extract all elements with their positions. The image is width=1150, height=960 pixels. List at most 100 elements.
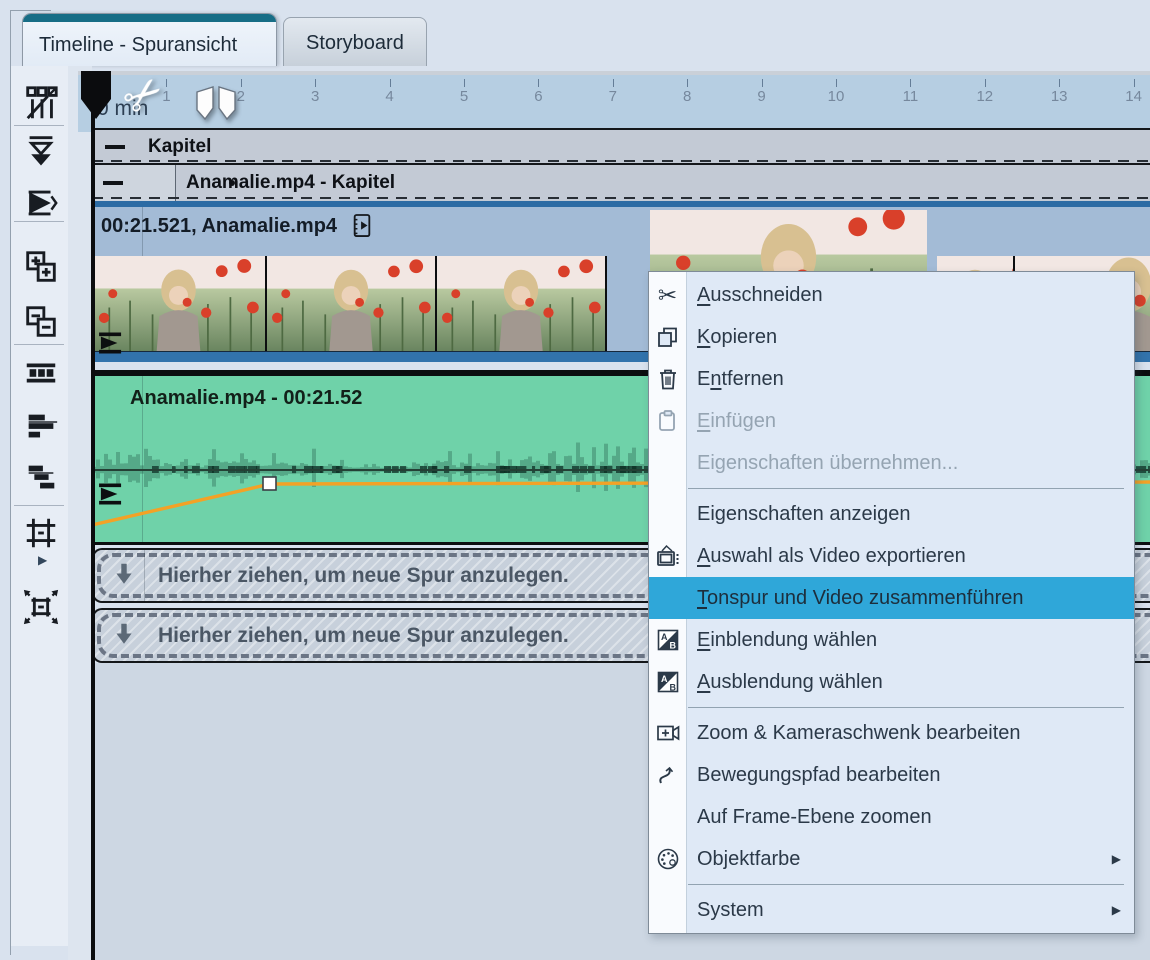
- menu-item-kopieren[interactable]: Kopieren: [649, 316, 1134, 358]
- menu-item-label: Ausblendung wählen: [697, 671, 883, 694]
- ruler-number: 14: [1125, 88, 1142, 105]
- toolbar-button-filmstrip-view[interactable]: [22, 354, 60, 392]
- menu-item-tonspur-und-video-zusammenf-hren[interactable]: Tonspur und Video zusammenführen: [649, 577, 1134, 619]
- dropzone-label: Hierher ziehen, um neue Spur anzulegen.: [158, 564, 569, 588]
- menu-item-eigenschaften-anzeigen[interactable]: Eigenschaften anzeigen: [649, 493, 1134, 535]
- toolbar-button-zoom-in-objects[interactable]: [22, 248, 60, 286]
- toolbar-separator: [14, 125, 64, 126]
- ruler-tick: [166, 79, 167, 87]
- menu-item-label: System: [697, 899, 764, 922]
- ruler-number: 5: [460, 88, 468, 105]
- tab-label: Timeline - Spuransicht: [39, 34, 237, 57]
- copy-icon: [654, 324, 681, 351]
- menu-icon-empty: [654, 450, 681, 477]
- toolbar-button-frame-fit[interactable]: [22, 514, 60, 552]
- chapter-track[interactable]: Kapitel: [92, 128, 1150, 163]
- toolbar-button-frame-fit-screen[interactable]: [22, 588, 60, 626]
- paste-icon: [654, 408, 681, 435]
- menu-item-label: Einfügen: [697, 410, 776, 433]
- audio-clip-label: Anamalie.mp4 - 00:21.52: [130, 387, 362, 410]
- submenu-arrow-icon: ▶: [1112, 852, 1121, 866]
- menu-item-label: Kopieren: [697, 326, 777, 349]
- ruler-tick: [910, 79, 911, 87]
- motion-path-icon: [654, 762, 681, 789]
- menu-item-label: Eigenschaften anzeigen: [697, 503, 911, 526]
- menu-icon-empty: [654, 897, 681, 924]
- ruler-tick: [390, 79, 391, 87]
- ruler-tick: [1059, 79, 1060, 87]
- ruler-number: 3: [311, 88, 319, 105]
- volume-keyframe-handle: [263, 477, 276, 490]
- collapse-minus-button[interactable]: [103, 139, 127, 155]
- menu-item-label: Einblendung wählen: [697, 629, 877, 652]
- toolbar-submenu-arrow-icon[interactable]: ▶: [38, 553, 47, 567]
- menu-item-einblendung-w-hlen[interactable]: ABEinblendung wählen: [649, 619, 1134, 661]
- toolbar-gap-strip: [68, 66, 92, 960]
- toolbar-button-arrange-objects[interactable]: [22, 408, 60, 446]
- split-marker-tool-icon[interactable]: [193, 84, 239, 126]
- dashed-track-divider: [92, 160, 1150, 162]
- menu-item-objektfarbe[interactable]: Objektfarbe▶: [649, 838, 1134, 880]
- toolbar-separator: [14, 505, 64, 506]
- menu-item-entfernen[interactable]: Entfernen: [649, 358, 1134, 400]
- submenu-arrow-icon: ▶: [1112, 903, 1121, 917]
- fade-handle-icon[interactable]: [97, 483, 125, 510]
- menu-item-ausschneiden[interactable]: ✂ Ausschneiden: [649, 274, 1134, 316]
- menu-icon-empty: [654, 585, 681, 612]
- ruler-number: 8: [683, 88, 691, 105]
- svg-text:A: A: [661, 674, 668, 684]
- scissors-icon: ✂: [654, 282, 681, 309]
- menu-icon-empty: [654, 804, 681, 831]
- menu-item-einf-gen: Einfügen: [649, 400, 1134, 442]
- ruler-tick: [613, 79, 614, 87]
- toolbar-button-arrange-objects-staggered[interactable]: [22, 459, 60, 497]
- video-thumbnail: [267, 256, 437, 359]
- menu-item-auf-frame-ebene-zoomen[interactable]: Auf Frame-Ebene zoomen: [649, 796, 1134, 838]
- palette-icon: [654, 846, 681, 873]
- toolbar-button-fade-objects[interactable]: [22, 131, 60, 169]
- menu-item-label: Zoom & Kameraschwenk bearbeiten: [697, 722, 1021, 745]
- down-arrow-icon: [111, 560, 137, 591]
- active-tab-accent-bar: [23, 14, 276, 22]
- svg-text:B: B: [669, 683, 676, 693]
- menu-item-auswahl-als-video-exportieren[interactable]: Auswahl als Video exportieren: [649, 535, 1134, 577]
- fade-handle-icon[interactable]: [97, 332, 125, 359]
- toolbar-button-mouse-mode[interactable]: [22, 84, 60, 122]
- video-editor-window: Timeline - Spuransicht Storyboard ▶ 1234…: [0, 0, 1150, 960]
- chapter-track-2[interactable]: Anamalie.mp4 - Kapitel: [92, 163, 1150, 201]
- toolbar-separator: [14, 344, 64, 345]
- ruler-tick: [836, 79, 837, 87]
- menu-item-label: Ausschneiden: [697, 284, 823, 307]
- collapse-minus-button[interactable]: [101, 175, 125, 191]
- dropzone-label: Hierher ziehen, um neue Spur anzulegen.: [158, 624, 569, 648]
- down-arrow-icon: [111, 620, 137, 651]
- playhead-marker[interactable]: [80, 70, 114, 122]
- chapter-track-2-label: Anamalie.mp4 - Kapitel: [186, 172, 395, 194]
- tab-label: Storyboard: [306, 32, 404, 55]
- context-menu: ✂ Ausschneiden Kopieren Entfernen Einfügen Ei…: [648, 271, 1135, 934]
- svg-text:B: B: [669, 641, 676, 651]
- menu-item-bewegungspfad-bearbeiten[interactable]: Bewegungspfad bearbeiten: [649, 754, 1134, 796]
- ruler-tick: [762, 79, 763, 87]
- export-video-icon: [654, 543, 681, 570]
- menu-separator: [688, 884, 1124, 885]
- menu-item-label: Eigenschaften übernehmen...: [697, 452, 958, 475]
- trash-icon: [654, 366, 681, 393]
- chapter-track-label: Kapitel: [148, 136, 211, 158]
- zoom-pan-icon: [654, 720, 681, 747]
- tab-storyboard[interactable]: Storyboard: [283, 17, 427, 66]
- timeline-toolbar: ▶: [11, 66, 69, 946]
- video-thumbnail: [437, 256, 607, 359]
- menu-item-system[interactable]: System ▶: [649, 889, 1134, 931]
- ruler-tick: [687, 79, 688, 87]
- menu-separator: [688, 707, 1124, 708]
- toolbar-button-zoom-out-objects[interactable]: [22, 303, 60, 341]
- toolbar-button-keyframes[interactable]: [22, 184, 60, 222]
- ruler-number: 12: [976, 88, 993, 105]
- menu-item-ausblendung-w-hlen[interactable]: AB Ausblendung wählen: [649, 661, 1134, 703]
- tab-timeline-spuransicht[interactable]: Timeline - Spuransicht: [22, 13, 277, 66]
- menu-item-zoom-kameraschwenk-bearbeiten[interactable]: Zoom & Kameraschwenk bearbeiten: [649, 712, 1134, 754]
- ruler-number: 10: [828, 88, 845, 105]
- menu-item-label: Auf Frame-Ebene zoomen: [697, 806, 932, 829]
- playhead-line: [91, 104, 95, 960]
